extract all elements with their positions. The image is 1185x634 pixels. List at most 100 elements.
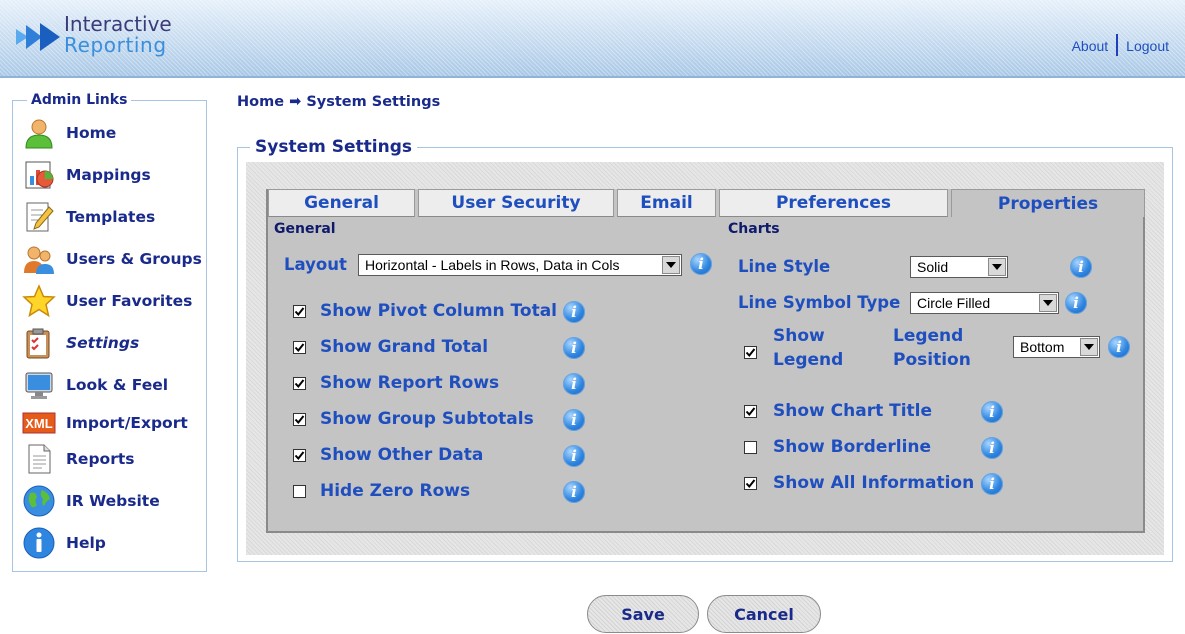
line-style-select-value: Solid: [917, 259, 949, 275]
nav-user-favorites[interactable]: User Favorites: [21, 283, 206, 319]
panel-background: General User Security Email Preferences …: [246, 162, 1164, 555]
line-style-info-icon[interactable]: i: [1070, 256, 1092, 278]
legend-position-line2: Position: [893, 350, 971, 370]
nav-templates[interactable]: Templates: [21, 199, 206, 235]
layout-info-icon[interactable]: i: [690, 253, 712, 275]
line-symbol-type-info-icon[interactable]: i: [1065, 292, 1087, 314]
show-other-data-label[interactable]: Show Other Data: [320, 445, 483, 465]
nav-home[interactable]: Home: [21, 115, 206, 151]
monitor-icon: [21, 368, 57, 402]
document-pencil-icon: [21, 200, 57, 234]
checkmark-icon: [294, 415, 305, 425]
tab-bar: General User Security Email Preferences …: [268, 189, 1145, 217]
nav-mappings[interactable]: Mappings: [21, 157, 206, 193]
nav-users-groups[interactable]: Users & Groups: [21, 241, 206, 277]
globe-icon: [21, 484, 57, 518]
hide-zero-rows-label[interactable]: Hide Zero Rows: [320, 481, 470, 501]
show-grand-total-info-icon[interactable]: i: [563, 337, 585, 359]
star-icon: [21, 284, 57, 318]
tab-general[interactable]: General: [268, 189, 415, 217]
show-borderline-info-icon[interactable]: i: [981, 437, 1003, 459]
nav-users-groups-label: Users & Groups: [66, 250, 202, 268]
header: Interactive Reporting About Logout: [0, 0, 1185, 78]
show-grand-total-checkbox[interactable]: [293, 341, 306, 354]
show-all-information-info-icon[interactable]: i: [981, 473, 1003, 495]
show-grand-total-label[interactable]: Show Grand Total: [320, 337, 488, 357]
line-style-select[interactable]: Solid: [910, 256, 1008, 278]
show-report-rows-label[interactable]: Show Report Rows: [320, 373, 499, 393]
show-report-rows-info-icon[interactable]: i: [563, 373, 585, 395]
show-group-subtotals-info-icon[interactable]: i: [563, 409, 585, 431]
save-button[interactable]: Save: [587, 595, 699, 633]
nav-ir-website[interactable]: IR Website: [21, 483, 206, 519]
nav-help[interactable]: Help: [21, 525, 206, 561]
show-all-information-label[interactable]: Show All Information: [773, 473, 974, 493]
legend-position-info-icon[interactable]: i: [1108, 336, 1130, 358]
hide-zero-rows-info-icon[interactable]: i: [563, 481, 585, 503]
breadcrumb-arrow-icon: ➡: [289, 94, 302, 110]
tab-preferences[interactable]: Preferences: [719, 189, 948, 217]
chevron-down-icon: [1080, 338, 1098, 356]
show-legend-label[interactable]: Show Legend: [773, 324, 843, 372]
show-legend-line1: Show: [773, 326, 825, 346]
logo-line2: Reporting: [64, 33, 167, 57]
line-symbol-type-label: Line Symbol Type: [738, 293, 901, 312]
show-pivot-column-total-checkbox[interactable]: [293, 305, 306, 318]
cancel-button[interactable]: Cancel: [707, 595, 821, 633]
clipboard-icon: [21, 326, 57, 360]
tab-user-security[interactable]: User Security: [418, 189, 614, 217]
legend-position-select[interactable]: Bottom: [1013, 336, 1100, 358]
checkmark-icon: [294, 451, 305, 461]
about-link[interactable]: About: [1072, 38, 1109, 54]
logo-text: Interactive Reporting: [64, 14, 172, 56]
nav-import-export[interactable]: XML Import/Export: [21, 405, 206, 441]
breadcrumb: Home ➡ System Settings: [237, 94, 440, 110]
tab-email[interactable]: Email: [617, 189, 716, 217]
show-chart-title-checkbox[interactable]: [744, 405, 757, 418]
breadcrumb-home[interactable]: Home: [237, 94, 284, 110]
checkmark-icon: [294, 307, 305, 317]
layout-label: Layout: [284, 255, 347, 274]
nav-settings[interactable]: Settings: [21, 325, 206, 361]
nav-help-label: Help: [66, 534, 106, 552]
show-borderline-label[interactable]: Show Borderline: [773, 437, 931, 457]
layout-select[interactable]: Horizontal - Labels in Rows, Data in Col…: [358, 254, 682, 276]
show-group-subtotals-checkbox[interactable]: [293, 413, 306, 426]
show-other-data-checkbox[interactable]: [293, 449, 306, 462]
show-other-data-info-icon[interactable]: i: [563, 445, 585, 467]
show-pivot-column-total-info-icon[interactable]: i: [563, 301, 585, 323]
chevron-down-icon: [1039, 294, 1057, 312]
line-symbol-type-select-value: Circle Filled: [917, 295, 991, 311]
tab-properties[interactable]: Properties: [951, 189, 1145, 217]
show-all-information-checkbox[interactable]: [744, 477, 757, 490]
admin-links-title: Admin Links: [27, 92, 132, 108]
top-links: About Logout: [1072, 34, 1169, 56]
breadcrumb-current: System Settings: [306, 94, 441, 110]
nav-reports-label: Reports: [66, 450, 135, 468]
nav-reports[interactable]: Reports: [21, 441, 206, 477]
link-divider: [1116, 34, 1119, 56]
tab-container: General User Security Email Preferences …: [266, 189, 1145, 533]
logout-link[interactable]: Logout: [1126, 38, 1169, 54]
legend-position-select-value: Bottom: [1020, 339, 1065, 355]
logo-line1: Interactive: [64, 12, 172, 36]
show-chart-title-label[interactable]: Show Chart Title: [773, 401, 932, 421]
line-symbol-type-select[interactable]: Circle Filled: [910, 292, 1059, 314]
hide-zero-rows-checkbox[interactable]: [293, 485, 306, 498]
show-group-subtotals-label[interactable]: Show Group Subtotals: [320, 409, 534, 429]
checkmark-icon: [294, 379, 305, 389]
nav-ir-website-label: IR Website: [66, 492, 160, 510]
checkmark-icon: [294, 343, 305, 353]
nav-look-feel[interactable]: Look & Feel: [21, 367, 206, 403]
xml-icon: XML: [21, 406, 57, 440]
show-legend-checkbox[interactable]: [744, 346, 757, 359]
nav-templates-label: Templates: [66, 208, 156, 226]
show-pivot-column-total-label[interactable]: Show Pivot Column Total: [320, 301, 557, 321]
nav-user-favorites-label: User Favorites: [66, 292, 193, 310]
show-borderline-checkbox[interactable]: [744, 441, 757, 454]
show-report-rows-checkbox[interactable]: [293, 377, 306, 390]
nav-look-feel-label: Look & Feel: [66, 376, 169, 394]
nav-home-label: Home: [66, 124, 117, 142]
show-chart-title-info-icon[interactable]: i: [981, 401, 1003, 423]
panel-title: System Settings: [250, 137, 417, 157]
